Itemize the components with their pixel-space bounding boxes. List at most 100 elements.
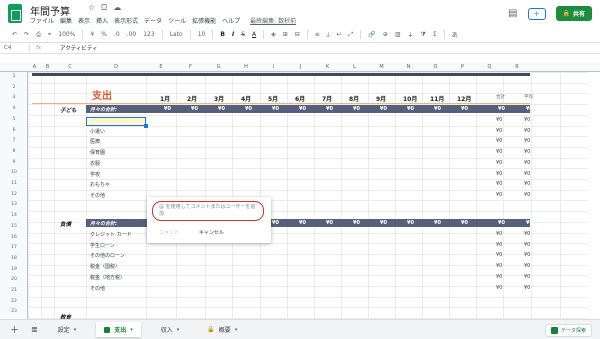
summary-value[interactable]: ¥0 — [524, 181, 530, 187]
font-select[interactable]: Lato — [170, 31, 183, 38]
expense-item[interactable]: 学生ローン — [90, 242, 115, 249]
month-header[interactable]: 10月 — [403, 94, 417, 103]
summary-value[interactable]: ¥0 — [496, 274, 502, 280]
tab-income[interactable]: 収入 ▾ — [153, 322, 188, 337]
summary-value[interactable]: ¥0 — [524, 128, 530, 134]
column-header[interactable]: L — [341, 64, 368, 70]
expense-item[interactable]: 医療 — [90, 138, 100, 145]
menu-extensions[interactable]: 拡張機能 — [192, 16, 216, 25]
sheet-title[interactable]: 支出 — [92, 87, 112, 102]
row-header[interactable]: 10 — [0, 170, 28, 175]
summary-value[interactable]: ¥0 — [524, 285, 530, 291]
summary-value[interactable]: ¥0 — [496, 263, 502, 269]
month-header[interactable]: 12月 — [457, 94, 471, 103]
column-header[interactable]: E — [146, 64, 176, 70]
expense-item[interactable]: 学校 — [90, 171, 100, 178]
column-header[interactable]: B — [41, 64, 54, 70]
summary-value[interactable]: ¥0 — [524, 117, 530, 123]
borders-icon[interactable]: ⊞ — [283, 31, 288, 38]
row-header[interactable]: 12 — [0, 192, 28, 197]
row-header[interactable]: 8 — [0, 149, 28, 154]
month-header[interactable]: 6月 — [295, 94, 305, 103]
summary-value[interactable]: ¥0 — [496, 242, 502, 248]
row-header[interactable]: 6 — [0, 128, 28, 133]
row-header[interactable]: 5 — [0, 117, 28, 122]
redo-icon[interactable]: ↷ — [24, 31, 29, 38]
number-format-select[interactable]: 123 — [143, 31, 154, 38]
row-header[interactable]: 13 — [0, 202, 28, 207]
column-header[interactable]: F — [176, 64, 205, 70]
summary-header[interactable]: 平均 — [524, 94, 533, 100]
decrease-decimal-button[interactable]: .0 — [114, 31, 120, 38]
menu-insert[interactable]: 挿入 — [96, 16, 108, 25]
expense-item[interactable]: おもちゃ — [90, 181, 110, 188]
zoom-select[interactable]: 100% — [58, 31, 75, 38]
row-header[interactable]: 19 — [0, 267, 28, 272]
month-header[interactable]: 2月 — [187, 94, 197, 103]
tab-expenses[interactable]: 支出 ▾ — [96, 322, 141, 337]
explore-button[interactable]: データ探索 — [544, 324, 592, 337]
group-label[interactable]: 負債 — [60, 220, 71, 228]
column-header[interactable]: O — [422, 64, 449, 70]
column-header[interactable]: I — [260, 64, 287, 70]
month-header[interactable]: 7月 — [322, 94, 332, 103]
month-header[interactable]: 11月 — [430, 94, 444, 103]
expense-item[interactable]: 衣服 — [90, 160, 100, 167]
row-header[interactable]: 18 — [0, 256, 28, 261]
expense-item[interactable]: クレジット カード — [90, 231, 132, 238]
fill-color-icon[interactable]: ◈ — [271, 31, 276, 38]
expense-item[interactable]: 税金（国税） — [90, 263, 120, 270]
comment-submit-button[interactable]: コメント — [159, 229, 179, 236]
comment-input[interactable]: @ を使用してコメントまたはユーザーを追加 — [152, 201, 264, 221]
row-header[interactable]: 9 — [0, 160, 28, 165]
summary-value[interactable]: ¥0 — [524, 138, 530, 144]
summary-value[interactable]: ¥0 — [524, 242, 530, 248]
row-header[interactable]: 23 — [0, 309, 28, 314]
row-header[interactable]: 4 — [0, 106, 28, 111]
present-button[interactable]: ＋ — [527, 7, 546, 20]
tab-settings[interactable]: 設定 ▾ — [50, 322, 85, 337]
summary-value[interactable]: ¥0 — [524, 231, 530, 237]
bold-button[interactable]: B — [220, 31, 225, 38]
summary-value[interactable]: ¥0 — [496, 138, 502, 144]
text-wrap-icon[interactable]: ↵ — [336, 31, 341, 38]
row-header[interactable]: 22 — [0, 299, 28, 304]
month-header[interactable]: 5月 — [268, 94, 278, 103]
summary-value[interactable]: ¥0 — [496, 192, 502, 198]
menu-data[interactable]: データ — [144, 16, 162, 25]
expense-item[interactable]: 小遣い — [90, 128, 105, 135]
row-header[interactable]: 1 — [0, 74, 28, 79]
summary-value[interactable]: ¥0 — [496, 117, 502, 123]
paint-format-icon[interactable]: ⌖ — [48, 31, 51, 39]
row-header[interactable]: 3 — [0, 95, 28, 100]
align-vertical-icon[interactable]: ⤓ — [327, 31, 330, 39]
percent-format-button[interactable]: % — [101, 31, 107, 38]
row-header[interactable]: 2 — [0, 85, 28, 90]
functions-icon[interactable]: Σ — [433, 31, 437, 38]
insert-link-icon[interactable]: 🔗 — [368, 31, 375, 38]
summary-value[interactable]: ¥0 — [496, 285, 502, 291]
tab-summary[interactable]: 🔒 概要 ▾ — [199, 322, 245, 337]
summary-value[interactable]: ¥0 — [496, 149, 502, 155]
insert-comment-icon[interactable]: ⊕ — [383, 31, 388, 38]
sheet-grid[interactable]: ABCDEFGHIJKLMNOPQR 1 2 3 4 5 6 7 8 9 10 11 12 13 14 15… — [0, 54, 600, 319]
column-header[interactable]: M — [368, 64, 395, 70]
summary-value[interactable]: ¥0 — [524, 252, 530, 258]
align-horizontal-icon[interactable]: ≡ — [315, 31, 320, 38]
expense-item[interactable]: その他のローン — [90, 252, 125, 259]
column-header[interactable]: J — [287, 64, 314, 70]
expense-item[interactable]: その他 — [90, 192, 105, 199]
italic-button[interactable]: I — [232, 31, 234, 38]
summary-value[interactable]: ¥0 — [496, 252, 502, 258]
formula-input[interactable]: アクティビティ — [60, 44, 98, 52]
summary-value[interactable]: ¥0 — [524, 160, 530, 166]
column-header[interactable]: G — [205, 64, 232, 70]
increase-decimal-button[interactable]: .00 — [127, 31, 137, 38]
month-header[interactable]: 9月 — [376, 94, 386, 103]
expense-item[interactable]: 税金（地方税） — [90, 274, 125, 281]
filter-icon[interactable]: ⏚ — [408, 30, 414, 39]
menu-tools[interactable]: ツール — [168, 16, 186, 25]
row-header[interactable]: 11 — [0, 181, 28, 186]
selected-cell[interactable] — [86, 117, 148, 128]
share-button[interactable]: 🔒 共有 — [555, 6, 592, 21]
